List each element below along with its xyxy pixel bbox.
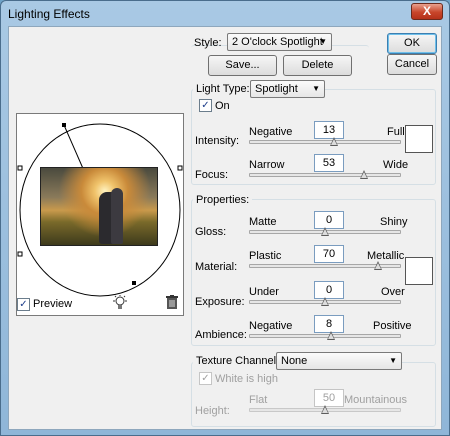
preview-checkbox[interactable]: ✓	[17, 298, 30, 311]
ellipse-handle[interactable]	[177, 165, 183, 171]
exposure-value-field[interactable]: 0	[314, 281, 344, 299]
ambience-max-label: Positive	[373, 320, 412, 332]
focus-slider[interactable]	[249, 170, 401, 179]
gloss-max-label: Shiny	[380, 216, 408, 228]
preview-label: Preview	[33, 298, 73, 310]
light-on-label: On	[215, 100, 230, 112]
intensity-value-field[interactable]: 13	[314, 121, 344, 139]
preview-image	[40, 167, 158, 246]
properties-title: Properties:	[193, 194, 253, 206]
light-type-dropdown[interactable]: Spotlight ▼	[250, 80, 325, 98]
texture-channel-dropdown[interactable]: None ▼	[276, 352, 402, 370]
material-value-field[interactable]: 70	[314, 245, 344, 263]
ambience-label: Ambience:	[195, 329, 247, 341]
focus-slider-thumb[interactable]	[360, 170, 368, 179]
ellipse-handle[interactable]	[17, 251, 23, 257]
light-on-checkbox[interactable]: ✓	[199, 99, 212, 112]
ellipse-handle[interactable]	[17, 165, 23, 171]
texture-channel-label: Texture Channel:	[193, 355, 283, 367]
chevron-down-icon: ▼	[312, 84, 320, 93]
material-slider[interactable]	[249, 261, 401, 270]
intensity-slider-thumb[interactable]	[330, 137, 338, 146]
close-button[interactable]: X	[411, 3, 443, 20]
style-dropdown[interactable]: 2 O'clock Spotlight ▼	[227, 33, 332, 51]
focus-max-label: Wide	[383, 159, 409, 171]
exposure-min-label: Under	[249, 286, 279, 298]
exposure-max-label: Over	[381, 286, 405, 298]
exposure-slider-thumb[interactable]	[321, 297, 329, 306]
intensity-slider[interactable]	[249, 137, 401, 146]
intensity-max-label: Full	[387, 126, 405, 138]
save-button[interactable]: Save...	[208, 55, 277, 76]
light-color-swatch[interactable]	[405, 125, 433, 153]
title-bar: Lighting Effects X	[1, 1, 449, 27]
light-type-label: Light Type:	[193, 83, 253, 95]
gloss-value-field[interactable]: 0	[314, 211, 344, 229]
height-value-field[interactable]: 50	[314, 389, 344, 407]
ok-button[interactable]: OK	[387, 33, 437, 54]
material-min-label: Plastic	[249, 250, 282, 262]
ambience-slider-thumb[interactable]	[327, 331, 335, 340]
intensity-min-label: Negative	[249, 126, 293, 138]
white-is-high-checkbox[interactable]: ✓	[199, 372, 212, 385]
focus-label: Focus:	[195, 169, 229, 181]
ellipse-handle[interactable]	[132, 281, 136, 285]
height-max-label: Mountainous	[344, 394, 407, 406]
chevron-down-icon: ▼	[319, 37, 327, 46]
focus-min-label: Narrow	[249, 159, 285, 171]
ambience-slider[interactable]	[249, 331, 401, 340]
height-label: Height:	[195, 405, 230, 417]
material-label: Material:	[195, 261, 238, 273]
delete-button[interactable]: Delete	[283, 55, 352, 76]
exposure-label: Exposure:	[195, 296, 245, 308]
ellipse-handle[interactable]	[62, 123, 66, 127]
height-slider[interactable]	[249, 405, 401, 414]
gloss-slider-thumb[interactable]	[321, 227, 329, 236]
material-slider-thumb[interactable]	[373, 261, 382, 270]
window-title: Lighting Effects	[8, 7, 90, 21]
gloss-label: Gloss:	[195, 226, 227, 238]
white-is-high-label: White is high	[215, 373, 278, 385]
image-subject	[111, 188, 123, 244]
gloss-min-label: Matte	[249, 216, 277, 228]
light-bulb-icon[interactable]	[113, 295, 127, 311]
gloss-slider[interactable]	[249, 227, 401, 236]
style-value: 2 O'clock Spotlight	[232, 36, 323, 48]
height-slider-thumb[interactable]	[321, 405, 329, 414]
dialog-client-area: ✓ Preview Style: 2 O'clock Spotlight ▼ S…	[8, 26, 442, 430]
focus-value-field[interactable]: 53	[314, 154, 344, 172]
style-label: Style:	[194, 37, 222, 49]
cancel-button[interactable]: Cancel	[387, 54, 437, 75]
texture-channel-value: None	[281, 355, 308, 367]
height-min-label: Flat	[249, 394, 268, 406]
lighting-effects-dialog: Lighting Effects X ✓ Preview Style: 2 O'…	[0, 0, 450, 436]
ambient-color-swatch[interactable]	[405, 257, 433, 285]
chevron-down-icon: ▼	[389, 356, 397, 365]
preview-canvas[interactable]	[16, 113, 184, 316]
ambience-min-label: Negative	[249, 320, 293, 332]
exposure-slider[interactable]	[249, 297, 401, 306]
light-type-value: Spotlight	[255, 83, 298, 95]
trash-icon[interactable]	[166, 295, 178, 309]
intensity-label: Intensity:	[195, 135, 240, 147]
